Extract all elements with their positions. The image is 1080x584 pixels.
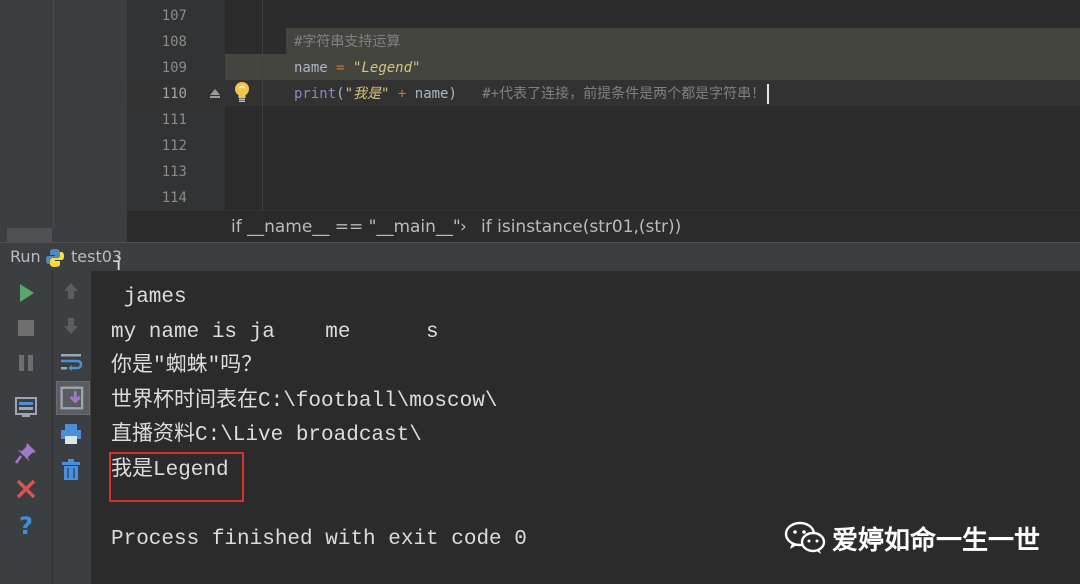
breadcrumb-item[interactable]: if isinstance(str01,(str))	[481, 211, 681, 243]
code-operator: =	[336, 60, 345, 76]
indent-guide	[262, 0, 263, 210]
fold-marker-icon[interactable]	[208, 85, 222, 99]
svg-text:?: ?	[19, 512, 33, 539]
watermark: 爱婷如命一生一世	[784, 518, 1040, 558]
run-toolbar-secondary	[52, 271, 91, 584]
trash-icon[interactable]	[57, 456, 85, 484]
console-clipped-line: j	[111, 256, 124, 270]
console-line: my name is ja me s	[111, 321, 439, 344]
soft-wrap-icon[interactable]	[57, 348, 85, 376]
breadcrumb: if __name__ == "__main__" › if isinstanc…	[127, 210, 1080, 243]
line-number: 111	[161, 112, 187, 128]
side-scroll-track	[5, 0, 54, 228]
console-line: 直播资料C:\Live broadcast\	[111, 424, 422, 447]
code-operator: +	[397, 86, 407, 102]
layout-icon[interactable]	[12, 393, 40, 421]
run-toolbar-primary: ?	[0, 271, 52, 584]
console-line: 你是"蜘蛛"吗？	[111, 355, 263, 378]
code-var: name	[294, 60, 328, 76]
wechat-icon	[784, 520, 826, 556]
code-print-line: print("我是" + name) #+代表了连接，前提条件是两个都是字符串！	[294, 81, 770, 107]
line-number: 114	[161, 190, 187, 206]
code-paren: (	[336, 86, 345, 102]
run-tool-window-header: Run test03	[0, 242, 1080, 272]
side-scroll-thumb[interactable]	[7, 228, 52, 242]
highlight-box	[109, 452, 244, 502]
code-string: "我是"	[344, 86, 390, 102]
watermark-text: 爱婷如命一生一世	[832, 525, 1041, 556]
line-number-current: 110	[161, 86, 187, 102]
line-number: 109	[161, 60, 187, 76]
code-builtin: print	[294, 86, 337, 102]
code-editor[interactable]: 107 108 109 110 111 112 113 114 #字符串支持运算…	[0, 0, 1080, 243]
code-arg: name)	[414, 86, 457, 102]
close-icon[interactable]	[12, 475, 40, 503]
run-window-label: Run	[10, 247, 41, 266]
line-number: 108	[161, 34, 187, 50]
line-number: 107	[161, 8, 187, 24]
breadcrumb-separator: ›	[460, 217, 467, 237]
selection-highlight	[286, 28, 1080, 54]
up-arrow-icon[interactable]	[57, 277, 85, 305]
pause-icon[interactable]	[12, 349, 40, 377]
breadcrumb-item[interactable]: if __name__ == "__main__"	[231, 211, 461, 243]
pin-icon[interactable]	[12, 439, 40, 467]
console-exit-line: Process finished with exit code 0	[111, 528, 527, 551]
code-comment-line: #字符串支持运算	[294, 34, 401, 50]
down-arrow-icon[interactable]	[57, 312, 85, 340]
line-number: 113	[161, 164, 187, 180]
lightbulb-icon[interactable]	[232, 81, 252, 103]
code-trailing-comment: #+代表了连接，前提条件是两个都是字符串！	[482, 86, 766, 102]
run-icon[interactable]	[12, 279, 40, 307]
console-line: 世界杯时间表在C:\football\moscow\	[111, 390, 498, 413]
editor-left-strip	[0, 0, 127, 242]
scroll-to-end-icon[interactable]	[56, 381, 90, 415]
help-icon[interactable]: ?	[12, 511, 40, 540]
stop-icon[interactable]	[12, 314, 40, 342]
console-line: james	[111, 286, 187, 309]
text-caret	[767, 84, 770, 104]
line-number: 112	[161, 138, 187, 154]
print-icon[interactable]	[57, 420, 85, 448]
code-assignment-line: name = "Legend"	[294, 55, 420, 81]
python-icon	[45, 248, 65, 268]
code-string: "Legend"	[353, 60, 421, 76]
